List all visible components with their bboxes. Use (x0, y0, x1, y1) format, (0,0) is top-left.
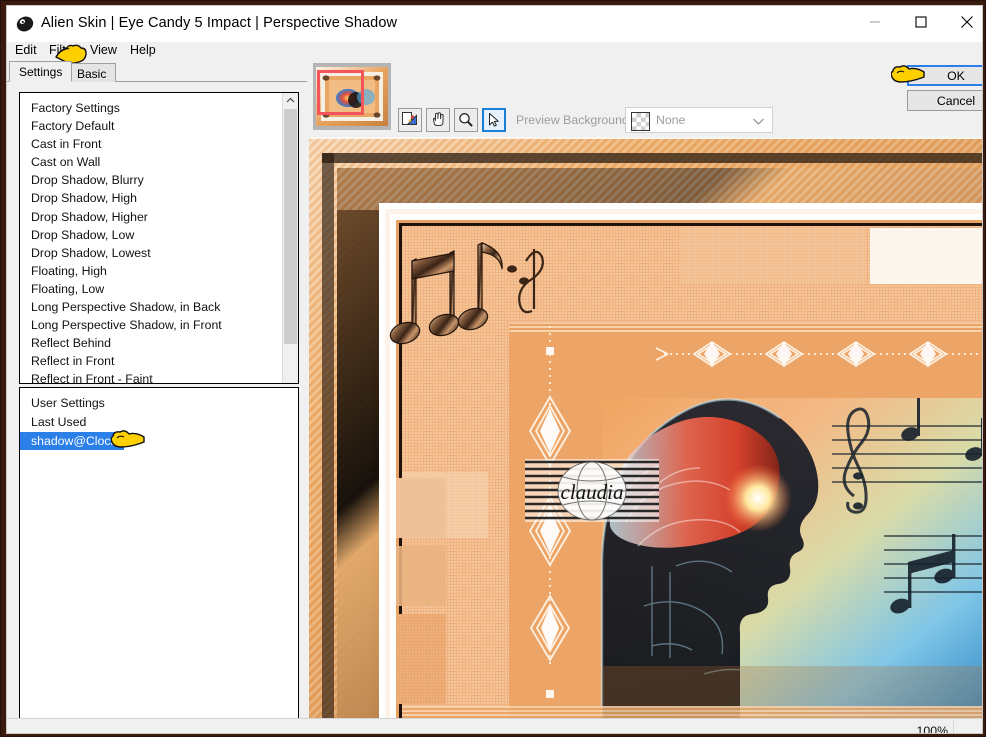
factory-list-scrollbar[interactable] (282, 93, 298, 383)
window-title: Alien Skin | Eye Candy 5 Impact | Perspe… (41, 15, 398, 31)
zoom-level-indicator: 100% (916, 724, 948, 734)
settings-panel: Factory Settings Factory Default Cast in… (7, 82, 309, 733)
list-item-shadow-cloclo[interactable]: shadow@Cloclo (20, 431, 125, 450)
list-item[interactable]: Drop Shadow, Higher (20, 208, 282, 226)
cancel-button[interactable]: Cancel (907, 90, 982, 111)
maximize-icon (915, 16, 927, 28)
factory-settings-list: Factory Settings Factory Default Cast in… (20, 93, 282, 383)
tab-basic[interactable]: Basic (67, 63, 117, 82)
status-bar: 100% (7, 718, 982, 734)
preview-background-value: None (656, 113, 686, 127)
preview-background-select[interactable]: None (625, 107, 773, 133)
list-item[interactable]: Drop Shadow, Blurry (20, 171, 282, 189)
arrow-select-tool[interactable] (482, 108, 506, 132)
magnifier-zoom-icon (459, 113, 473, 127)
list-item[interactable]: Factory Default (20, 117, 282, 135)
chevron-up-icon (286, 97, 295, 103)
list-item[interactable]: Floating, High (20, 262, 282, 280)
outer-picture-frame: Alien Skin | Eye Candy 5 Impact | Perspe… (0, 0, 986, 737)
preview-canvas[interactable]: claudia (309, 137, 982, 718)
navigator-thumbnail[interactable] (313, 63, 391, 130)
list-item[interactable]: Drop Shadow, High (20, 189, 282, 207)
navigator-viewport-rect[interactable] (317, 70, 364, 115)
hand-pan-icon (433, 112, 444, 126)
list-item-last-used[interactable]: Last Used (20, 413, 86, 432)
scroll-up-button[interactable] (283, 93, 298, 108)
list-item[interactable]: Floating, Low (20, 280, 282, 298)
transparency-checkerboard-swatch (631, 112, 650, 131)
application-window: Alien Skin | Eye Candy 5 Impact | Perspe… (6, 5, 983, 734)
compare-before-after-icon (402, 112, 417, 125)
title-bar: Alien Skin | Eye Candy 5 Impact | Perspe… (7, 6, 982, 42)
close-icon (961, 16, 973, 28)
list-item[interactable]: Cast on Wall (20, 153, 282, 171)
status-separator (953, 719, 954, 733)
list-item[interactable]: Reflect in Front - Faint (20, 370, 282, 383)
preview-artwork (309, 137, 982, 718)
list-item[interactable]: Reflect in Front (20, 352, 282, 370)
preview-background-label: Preview Background: (516, 113, 633, 127)
menu-item-view[interactable]: View (90, 43, 117, 57)
list-item[interactable]: Factory Settings (20, 99, 282, 117)
menu-item-edit[interactable]: Edit (15, 43, 37, 57)
list-item[interactable]: Cast in Front (20, 135, 282, 153)
maximize-button[interactable] (898, 6, 944, 38)
compare-before-after-tool[interactable] (398, 108, 422, 132)
watermark-text: claudia (561, 480, 624, 504)
ok-button[interactable]: OK (907, 65, 982, 86)
tab-settings[interactable]: Settings (9, 61, 73, 82)
alienskin-eye-logo-icon (16, 16, 34, 32)
minimize-button[interactable] (852, 6, 898, 38)
minimize-icon (870, 21, 880, 23)
list-item[interactable]: Drop Shadow, Lowest (20, 244, 282, 262)
menu-bar: Edit Filter View Help (7, 42, 982, 61)
list-item[interactable]: Drop Shadow, Low (20, 226, 282, 244)
scrollbar-thumb[interactable] (284, 109, 297, 344)
menu-item-help[interactable]: Help (130, 43, 156, 57)
magnifier-zoom-tool[interactable] (454, 108, 478, 132)
list-item[interactable]: Reflect Behind (20, 334, 282, 352)
user-settings-heading: User Settings (31, 396, 105, 410)
list-item[interactable]: Long Perspective Shadow, in Front (20, 316, 282, 334)
menu-item-filter[interactable]: Filter (49, 43, 77, 57)
watermark-claudia: claudia (525, 459, 659, 522)
hand-pan-tool[interactable] (426, 108, 450, 132)
user-settings-listbox[interactable]: User Settings Last Used shadow@Cloclo (19, 387, 299, 733)
factory-settings-listbox[interactable]: Factory Settings Factory Default Cast in… (19, 92, 299, 384)
close-button[interactable] (944, 6, 982, 38)
chevron-down-icon (753, 118, 764, 125)
arrow-select-icon (489, 113, 499, 127)
list-item[interactable]: Long Perspective Shadow, in Back (20, 298, 282, 316)
